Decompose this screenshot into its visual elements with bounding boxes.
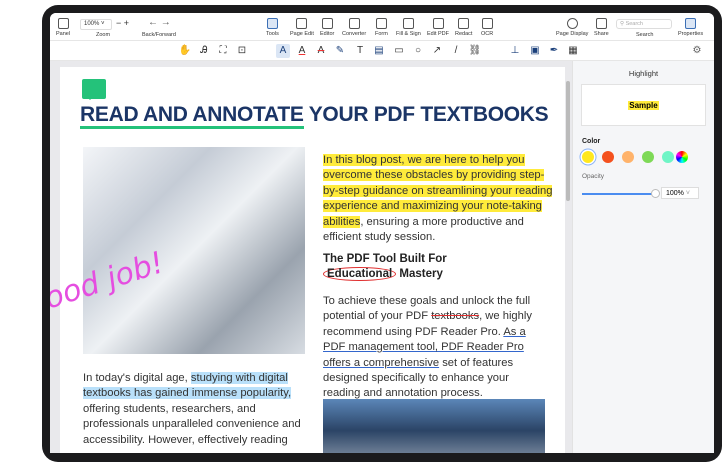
grid-icon	[296, 18, 308, 29]
edit-icon	[321, 18, 333, 29]
color-red[interactable]	[602, 151, 614, 163]
panel-button[interactable]: Panel	[56, 18, 70, 37]
section-heading: The PDF Tool Built For Educational Maste…	[323, 253, 447, 281]
convert-icon	[348, 18, 360, 29]
eye-icon	[566, 18, 578, 29]
image-icon[interactable]: ▣	[528, 44, 542, 58]
tab-page-edit[interactable]: Page Edit	[290, 18, 314, 37]
properties-panel: Highlight Sample Color Opacity 100% ˅	[572, 61, 714, 453]
area-select-icon[interactable]: ⛶	[216, 44, 230, 58]
color-swatches	[582, 151, 714, 163]
share-icon	[595, 18, 607, 29]
color-orange[interactable]	[622, 151, 634, 163]
underline-icon[interactable]: A	[295, 44, 309, 58]
select-text-icon[interactable]: Ꭿ	[197, 44, 211, 58]
toolbox-icon	[266, 18, 278, 29]
search-input[interactable]: ⚲ Search	[616, 19, 672, 29]
tab-editor[interactable]: Editor	[320, 18, 334, 37]
glass-building-image	[323, 399, 545, 453]
link-icon[interactable]: ⛓	[468, 44, 482, 58]
panel-title: Highlight	[628, 69, 659, 78]
panel-icon	[57, 18, 69, 29]
properties-icon	[685, 18, 697, 29]
properties-button[interactable]: Properties	[678, 18, 703, 37]
tab-fill-sign[interactable]: Fill & Sign	[396, 18, 421, 37]
chat-logo-icon	[82, 79, 106, 100]
digital-age-paragraph: In today's digital age, studying with di…	[83, 372, 301, 446]
color-picker-icon[interactable]	[676, 151, 688, 163]
search-label: Search	[636, 32, 654, 38]
preview-box: Sample	[581, 84, 706, 126]
scrollbar[interactable]	[566, 81, 570, 201]
annotation-toolbar: ✋ Ꭿ ⛶ ⊡ A A A ✎ T ▤ ▭ ○ ↗ / ⛓ ⊥ ▣ ✒ ▦ ⚙	[50, 41, 714, 61]
zoom-label: Zoom	[96, 32, 111, 38]
color-mint[interactable]	[662, 151, 674, 163]
main-toolbar: Panel 100% ˅ − + Zoom ← → Back/Forward T…	[50, 13, 714, 41]
text-edit-icon	[432, 18, 444, 29]
opacity-slider-handle[interactable]	[651, 189, 660, 198]
opacity-slider[interactable]	[582, 193, 655, 195]
zoom-select[interactable]: 100% ˅	[80, 19, 112, 30]
back-forward-buttons[interactable]: ← →	[148, 17, 171, 28]
zoom-select-icon[interactable]: ⊡	[235, 44, 249, 58]
page-title: READ AND ANNOTATE YOUR PDF TEXTBOOKS	[80, 103, 549, 129]
circle-icon[interactable]: ○	[411, 44, 425, 58]
tab-redact[interactable]: Redact	[455, 18, 472, 37]
highlight-icon[interactable]: A	[276, 44, 290, 58]
line-icon[interactable]: /	[449, 44, 463, 58]
rectangle-icon[interactable]: ▭	[392, 44, 406, 58]
pen-icon[interactable]: ✎	[333, 44, 347, 58]
app-window: Panel 100% ˅ − + Zoom ← → Back/Forward T…	[50, 13, 714, 453]
gear-icon[interactable]: ⚙	[690, 44, 704, 58]
color-label: Color	[582, 138, 601, 145]
form-icon	[375, 18, 387, 29]
color-green[interactable]	[642, 151, 654, 163]
ocr-icon	[481, 18, 493, 29]
note-icon[interactable]: ▤	[372, 44, 386, 58]
share-button[interactable]: Share	[594, 18, 609, 37]
tab-converter[interactable]: Converter	[342, 18, 366, 37]
tool-paragraph: To achieve these goals and unlock the fu…	[323, 295, 532, 400]
text-icon[interactable]: T	[353, 44, 367, 58]
signature-icon[interactable]: ✒	[547, 44, 561, 58]
opacity-label: Opacity	[582, 173, 605, 180]
arrow-icon[interactable]: ↗	[430, 44, 444, 58]
table-icon[interactable]: ▦	[566, 44, 580, 58]
zoom-out-in-buttons[interactable]: − +	[116, 18, 129, 28]
hand-icon[interactable]: ✋	[178, 44, 192, 58]
sign-icon	[402, 18, 414, 29]
tab-ocr[interactable]: OCR	[481, 18, 493, 37]
tab-edit-pdf[interactable]: Edit PDF	[427, 18, 449, 37]
tab-form[interactable]: Form	[375, 18, 388, 37]
tab-tools[interactable]: Tools	[266, 18, 279, 37]
stamp-icon[interactable]: ⊥	[508, 44, 522, 58]
opacity-select[interactable]: 100% ˅	[661, 187, 699, 199]
back-forward-label: Back/Forward	[142, 32, 176, 38]
intro-paragraph: In this blog post, we are here to help y…	[323, 154, 553, 244]
building-image	[83, 147, 305, 354]
page-display-button[interactable]: Page Display	[556, 18, 588, 37]
color-yellow[interactable]	[582, 151, 594, 163]
redact-icon	[458, 18, 470, 29]
strikethrough-icon[interactable]: A	[314, 44, 328, 58]
